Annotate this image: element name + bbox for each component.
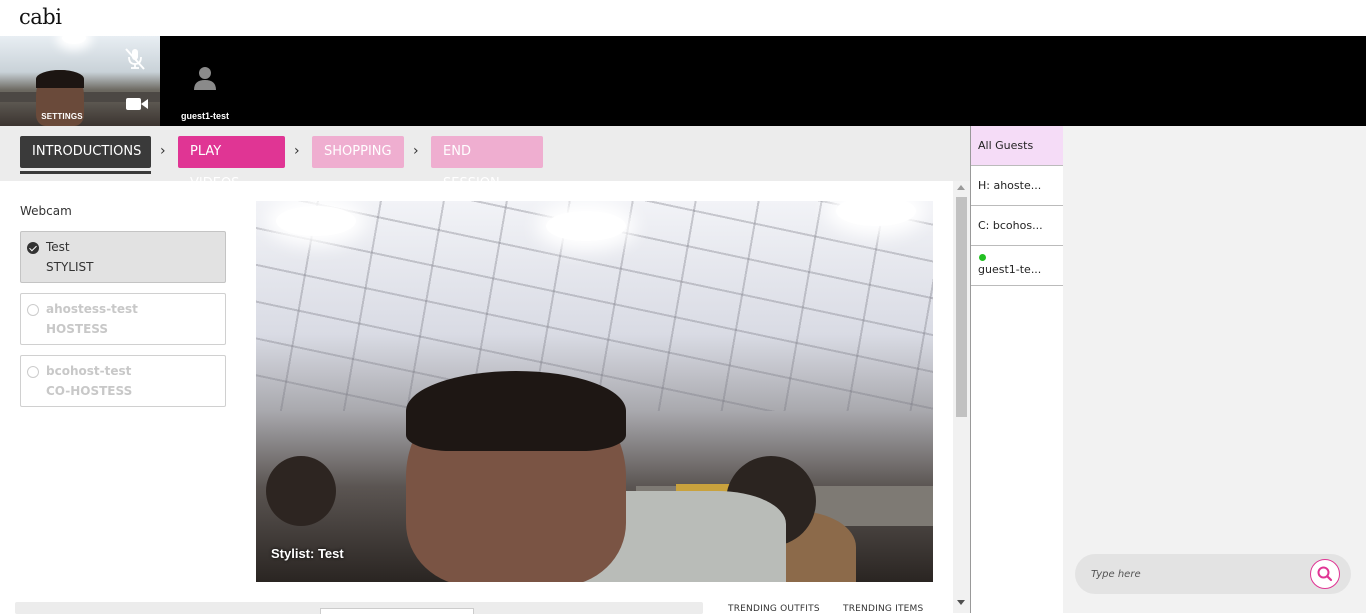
chevron-right-icon: › <box>413 143 419 159</box>
webcam-option-stylist[interactable]: Test STYLIST <box>20 231 226 283</box>
guest-list: All Guests H: ahoste... C: bcohos... gue… <box>970 126 1063 613</box>
cabi-logo[interactable]: cabi <box>19 5 62 29</box>
check-circle-icon <box>27 242 39 254</box>
guest-list-label: H: ahoste... <box>978 179 1042 192</box>
webcam-heading: Webcam <box>20 204 72 218</box>
radio-icon <box>27 366 39 378</box>
video-hair <box>406 371 626 451</box>
video-strip: SETTINGS guest1-test <box>0 36 1366 126</box>
chevron-right-icon: › <box>294 143 300 159</box>
user-avatar-icon <box>194 67 216 90</box>
person-name: ahostess-test <box>46 302 138 316</box>
camera-icon[interactable] <box>125 96 149 112</box>
mic-muted-icon[interactable] <box>122 46 148 72</box>
bottom-field[interactable] <box>320 608 474 614</box>
ceiling-light <box>62 36 86 44</box>
person-role: STYLIST <box>46 260 94 274</box>
video-light <box>546 211 626 241</box>
step-introductions[interactable]: INTRODUCTIONS <box>20 136 151 168</box>
scroll-thumb[interactable] <box>956 197 967 417</box>
guest-list-label: C: bcohos... <box>978 219 1043 232</box>
webcam-option-hostess[interactable]: ahostess-test HOSTESS <box>20 293 226 345</box>
video-background-person <box>266 456 336 526</box>
self-video-tile[interactable]: SETTINGS <box>0 36 160 126</box>
settings-label[interactable]: SETTINGS <box>0 112 124 121</box>
session-steps: INTRODUCTIONS › PLAY VIDEOS › SHOPPING ›… <box>0 126 970 191</box>
person-name: bcohost-test <box>46 364 132 378</box>
chevron-right-icon: › <box>160 143 166 159</box>
step-play-videos[interactable]: PLAY VIDEOS <box>178 136 285 191</box>
main-video-feed[interactable]: Stylist: Test <box>256 201 933 582</box>
step-end-session[interactable]: END SESSION <box>431 136 543 191</box>
chat-input[interactable] <box>1091 564 1301 584</box>
person-name: Test <box>46 240 70 254</box>
radio-icon <box>27 304 39 316</box>
scroll-up-arrow-icon[interactable] <box>957 185 965 190</box>
guest-video-tile[interactable]: guest1-test <box>160 36 250 126</box>
active-step-underline <box>20 171 151 174</box>
online-status-icon <box>979 254 986 261</box>
main-content: Webcam Test STYLIST ahostess-test HOSTES… <box>0 181 953 614</box>
guest-list-item-hostess[interactable]: H: ahoste... <box>971 166 1063 206</box>
guest-name: guest1-test <box>180 111 229 121</box>
person-role: CO-HOSTESS <box>46 384 133 398</box>
chat-panel <box>1063 126 1366 613</box>
chat-input-container <box>1075 554 1351 594</box>
video-light <box>276 206 356 236</box>
top-bar: cabi <box>0 0 1366 36</box>
video-caption: Stylist: Test <box>271 546 344 561</box>
guest-list-label: All Guests <box>978 139 1034 152</box>
guest-list-label: guest1-te... <box>978 263 1042 276</box>
step-shopping[interactable]: SHOPPING <box>312 136 404 168</box>
guest-list-item-all[interactable]: All Guests <box>971 126 1063 166</box>
person-role: HOSTESS <box>46 322 109 336</box>
guest-list-item-guest[interactable]: guest1-te... <box>971 246 1063 286</box>
chat-search-button[interactable] <box>1310 559 1340 589</box>
vertical-scrollbar[interactable] <box>953 181 970 613</box>
scroll-down-arrow-icon[interactable] <box>957 600 965 605</box>
guest-list-item-co-hostess[interactable]: C: bcohos... <box>971 206 1063 246</box>
webcam-option-co-hostess[interactable]: bcohost-test CO-HOSTESS <box>20 355 226 407</box>
self-hair <box>36 70 84 88</box>
search-icon <box>1317 566 1333 582</box>
